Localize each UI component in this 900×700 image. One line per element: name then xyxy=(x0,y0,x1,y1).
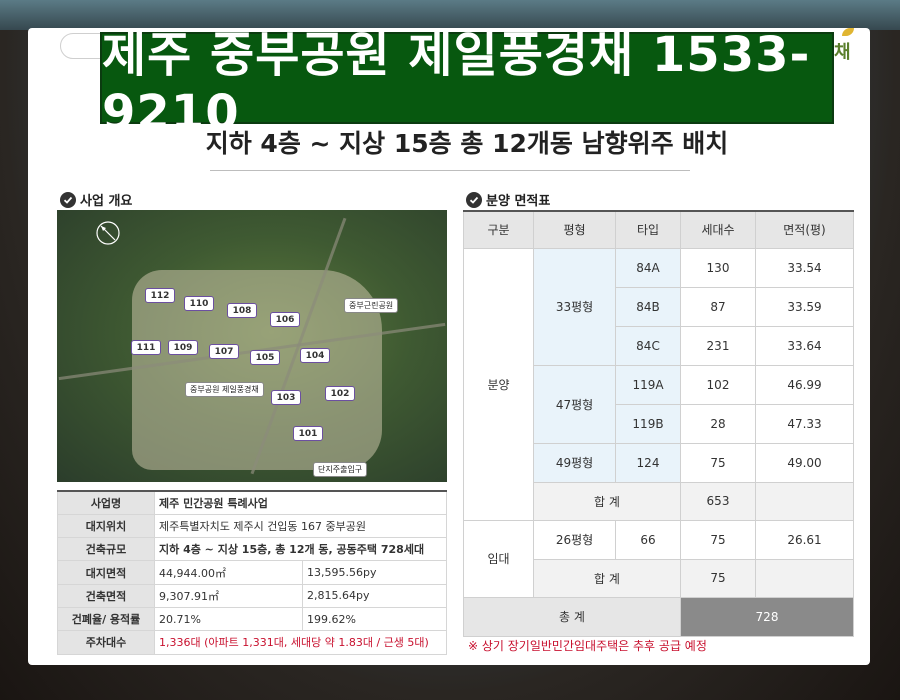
area-table: 구분 평형 타입 세대수 면적(평) 분양 33평형 84A 130 33.54… xyxy=(463,210,854,637)
area-cell: 33.64 xyxy=(755,325,854,366)
overview-table: 사업명 제주 민간공원 특례사업 대지위치 제주특별자치도 제주시 건입동 16… xyxy=(57,489,447,655)
rent-sum-label: 합 계 xyxy=(533,558,681,598)
table-row: 사업명 제주 민간공원 특례사업 xyxy=(57,489,447,515)
building-111: 111 xyxy=(131,340,161,355)
units-cell: 28 xyxy=(680,403,756,444)
col-header: 면적(평) xyxy=(755,210,854,249)
building-106: 106 xyxy=(270,312,300,327)
rent-sum-value: 75 xyxy=(680,558,756,598)
area-cell: 49.00 xyxy=(755,442,854,483)
map-label-site: 중부공원 제일풍경채 xyxy=(185,382,264,397)
sale-sum-label: 합 계 xyxy=(533,481,681,521)
type-cell: 119B xyxy=(615,403,681,444)
row-value: 13,595.56py xyxy=(302,560,447,585)
row-value: 199.62% xyxy=(302,606,447,632)
row-value: 9,307.91㎡ xyxy=(154,583,303,608)
title-banner: 제주 중부공원 제일풍경채 1533-9210 xyxy=(100,27,834,141)
row-key: 대지면적 xyxy=(57,560,155,585)
type-cell: 119A xyxy=(615,364,681,405)
table-row: 대지면적 44,944.00㎡ 13,595.56py xyxy=(57,560,447,585)
type-cell: 84C xyxy=(615,325,681,366)
row-key: 주차대수 xyxy=(57,630,155,655)
type-cell: 66 xyxy=(615,519,681,560)
col-header: 세대수 xyxy=(680,210,756,249)
building-102: 102 xyxy=(325,386,355,401)
table-row: 건축면적 9,307.91㎡ 2,815.64py xyxy=(57,583,447,608)
section-title-text: 분양 면적표 xyxy=(486,194,551,209)
table-row: 분양 33평형 84A 130 33.54 xyxy=(463,247,854,521)
leaf-icon xyxy=(842,28,854,36)
units-cell: 75 xyxy=(680,442,756,483)
row-value: 지하 4층 ~ 지상 15층, 총 12개 동, 공동주택 728세대 xyxy=(154,537,447,562)
row-key: 건축규모 xyxy=(57,537,155,562)
divider xyxy=(210,170,690,171)
type-cell: 84A xyxy=(615,247,681,288)
footnote: ※ 상기 장기일반민간임대주택은 추후 공급 예정 xyxy=(468,639,707,653)
area-cell: 26.61 xyxy=(755,519,854,560)
building-105: 105 xyxy=(250,350,280,365)
row-key: 건축면적 xyxy=(57,583,155,608)
units-cell: 130 xyxy=(680,247,756,288)
row-key: 건폐율/ 용적률 xyxy=(57,606,155,632)
table-row: 총 계 728 xyxy=(463,596,854,637)
pyeong-cell: 49평형 xyxy=(533,442,616,483)
row-value: 제주특별자치도 제주시 건입동 167 중부공원 xyxy=(154,513,447,539)
row-key: 대지위치 xyxy=(57,513,155,539)
total-value: 728 xyxy=(680,596,854,637)
building-107: 107 xyxy=(209,344,239,359)
building-103: 103 xyxy=(271,390,301,405)
units-cell: 87 xyxy=(680,286,756,327)
building-108: 108 xyxy=(227,303,257,318)
section-title-area: 분양 면적표 xyxy=(466,190,550,209)
col-header: 구분 xyxy=(463,210,534,249)
units-cell: 231 xyxy=(680,325,756,366)
pyeong-cell: 47평형 xyxy=(533,364,616,444)
building-104: 104 xyxy=(300,348,330,363)
row-value: 2,815.64py xyxy=(302,583,447,608)
table-row: 임대 26평형 66 75 26.61 xyxy=(463,519,854,598)
row-value: 제주 민간공원 특례사업 xyxy=(154,489,447,515)
row-value: 44,944.00㎡ xyxy=(154,560,303,585)
area-cell: 33.59 xyxy=(755,286,854,327)
table-row: 대지위치 제주특별자치도 제주시 건입동 167 중부공원 xyxy=(57,513,447,539)
empty-cell xyxy=(755,558,854,598)
pyeong-cell: 26평형 xyxy=(533,519,616,560)
type-cell: 124 xyxy=(615,442,681,483)
section-title-overview: 사업 개요 xyxy=(60,190,132,209)
building-110: 110 xyxy=(184,296,214,311)
sale-sum-value: 653 xyxy=(680,481,756,521)
category-rent: 임대 xyxy=(463,519,534,598)
area-cell: 46.99 xyxy=(755,364,854,405)
page-subtitle: 지하 4층 ~ 지상 15층 총 12개동 남향위주 배치 xyxy=(205,129,729,158)
map-label-park: 중부근린공원 xyxy=(344,298,399,313)
type-cell: 84B xyxy=(615,286,681,327)
row-value: 20.71% xyxy=(154,606,303,632)
table-row: 주차대수 1,336대 (아파트 1,331대, 세대당 약 1.83대 / 근… xyxy=(57,630,447,655)
compass-icon xyxy=(96,221,120,245)
col-header: 평형 xyxy=(533,210,616,249)
area-cell: 47.33 xyxy=(755,403,854,444)
total-label: 총 계 xyxy=(463,596,681,637)
section-title-text: 사업 개요 xyxy=(80,194,133,209)
map-label-entrance: 단지주출입구 xyxy=(313,462,368,477)
table-row: 건축규모 지하 4층 ~ 지상 15층, 총 12개 동, 공동주택 728세대 xyxy=(57,537,447,562)
check-icon xyxy=(60,191,76,208)
category-sale: 분양 xyxy=(463,247,534,521)
area-cell: 33.54 xyxy=(755,247,854,288)
pyeong-cell: 33평형 xyxy=(533,247,616,366)
table-row: 건폐율/ 용적률 20.71% 199.62% xyxy=(57,606,447,632)
logo-text: 채 xyxy=(834,42,851,63)
row-value: 1,336대 (아파트 1,331대, 세대당 약 1.83대 / 근생 5대) xyxy=(154,630,447,655)
empty-cell xyxy=(755,481,854,521)
site-map: 112 110 108 106 111 109 107 105 104 103 … xyxy=(57,210,447,482)
col-header: 타입 xyxy=(615,210,681,249)
row-key: 사업명 xyxy=(57,489,155,515)
check-icon xyxy=(466,191,482,208)
building-109: 109 xyxy=(168,340,198,355)
units-cell: 102 xyxy=(680,364,756,405)
table-header-row: 구분 평형 타입 세대수 면적(평) xyxy=(463,210,854,249)
building-112: 112 xyxy=(145,288,175,303)
building-101: 101 xyxy=(293,426,323,441)
units-cell: 75 xyxy=(680,519,756,560)
